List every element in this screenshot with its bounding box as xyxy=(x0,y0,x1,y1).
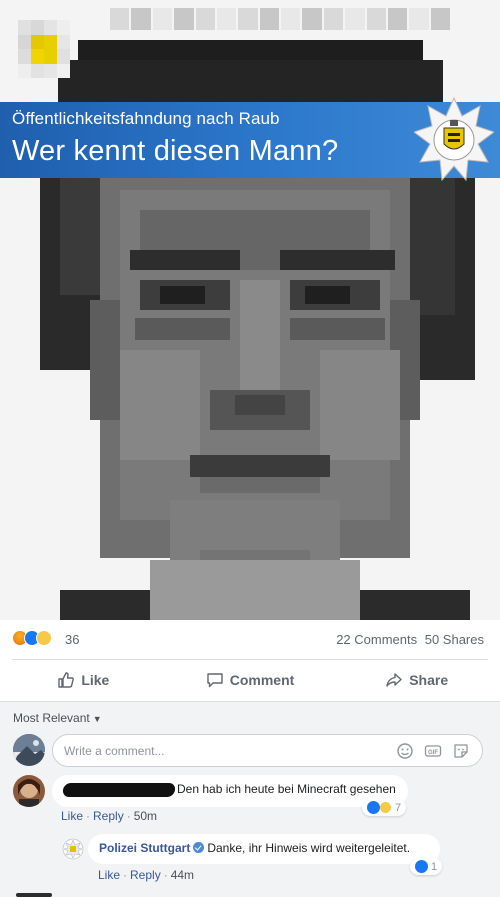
share-label: Share xyxy=(409,672,449,688)
share-arrow-icon xyxy=(386,673,402,687)
comment-sort-dropdown[interactable]: Most Relevant ▼ xyxy=(13,711,102,725)
reactions-summary: 36 22 Comments 50 Shares xyxy=(0,622,500,656)
comment-text: Den hab ich heute bei Minecraft gesehen xyxy=(177,782,396,796)
reply-like-link[interactable]: Like xyxy=(98,868,120,882)
verified-badge-icon xyxy=(193,842,205,853)
pixelated-face-image xyxy=(0,0,500,620)
commenter-avatar[interactable] xyxy=(13,775,45,807)
banner-title: Wer kennt diesen Mann? xyxy=(12,135,339,167)
redacted-author-name xyxy=(62,782,176,797)
like-button[interactable]: Like xyxy=(0,660,167,700)
reply-text: Danke, ihr Hinweis wird weitergeleitet. xyxy=(207,841,411,855)
gif-icon[interactable]: GIF xyxy=(424,742,442,760)
chevron-down-icon: ▼ xyxy=(92,714,102,724)
engagement-counts: 22 Comments 50 Shares xyxy=(332,632,484,647)
comment-bubble: Den hab ich heute bei Minecraft gesehen xyxy=(52,775,408,807)
police-star-icon xyxy=(412,96,496,184)
comment-like-link[interactable]: Like xyxy=(61,809,83,823)
post-photo[interactable] xyxy=(0,0,500,620)
reply-reaction-count: 1 xyxy=(431,860,438,873)
comment-bubble-icon xyxy=(207,673,223,688)
comments-section: Most Relevant ▼ Write a comment... GIF D… xyxy=(0,701,500,897)
sad-reaction-icon xyxy=(36,630,52,646)
comment-reaction-count: 7 xyxy=(395,801,402,814)
like-reaction-icon xyxy=(367,801,380,814)
reply-timestamp[interactable]: 44m xyxy=(171,868,194,882)
current-user-avatar[interactable] xyxy=(13,734,45,766)
reaction-icons[interactable] xyxy=(12,630,52,646)
comment-timestamp[interactable]: 50m xyxy=(134,809,157,823)
comment-input-placeholder: Write a comment... xyxy=(64,744,165,758)
haha-reaction-icon xyxy=(379,801,392,814)
shares-count-link[interactable]: 50 Shares xyxy=(425,632,484,647)
next-comment-avatar-edge xyxy=(16,893,52,897)
share-button[interactable]: Share xyxy=(333,660,500,700)
svg-text:GIF: GIF xyxy=(428,750,438,756)
comment-meta: Like · Reply · 50m xyxy=(61,809,158,823)
reaction-count[interactable]: 36 xyxy=(65,632,79,647)
reply-reply-link[interactable]: Reply xyxy=(130,868,161,882)
polizei-stuttgart-avatar[interactable] xyxy=(62,838,84,860)
comment-input[interactable]: Write a comment... GIF xyxy=(52,734,483,767)
reply-reactions[interactable]: 1 xyxy=(410,858,443,875)
reply-author[interactable]: Polizei Stuttgart xyxy=(99,841,190,855)
sort-label: Most Relevant xyxy=(13,711,90,725)
comment-reply-link[interactable]: Reply xyxy=(93,809,124,823)
like-label: Like xyxy=(81,672,110,688)
sticker-icon[interactable] xyxy=(452,742,470,760)
like-reaction-icon xyxy=(415,860,428,873)
comment-button[interactable]: Comment xyxy=(167,660,334,700)
divider xyxy=(0,701,500,702)
comment-input-tools: GIF xyxy=(396,742,470,760)
post-action-bar: Like Comment Share xyxy=(0,660,500,700)
banner-subtitle: Öffentlichkeitsfahndung nach Raub xyxy=(12,109,280,128)
reply-meta: Like · Reply · 44m xyxy=(98,868,195,882)
comment-reactions[interactable]: 7 xyxy=(362,799,407,816)
comments-count-link[interactable]: 22 Comments xyxy=(336,632,417,647)
emoji-icon[interactable] xyxy=(396,742,414,760)
thumbs-up-icon xyxy=(58,672,75,688)
reply-bubble: Polizei Stuttgart Danke, ihr Hinweis wird… xyxy=(88,834,440,864)
comment-label: Comment xyxy=(229,672,295,688)
